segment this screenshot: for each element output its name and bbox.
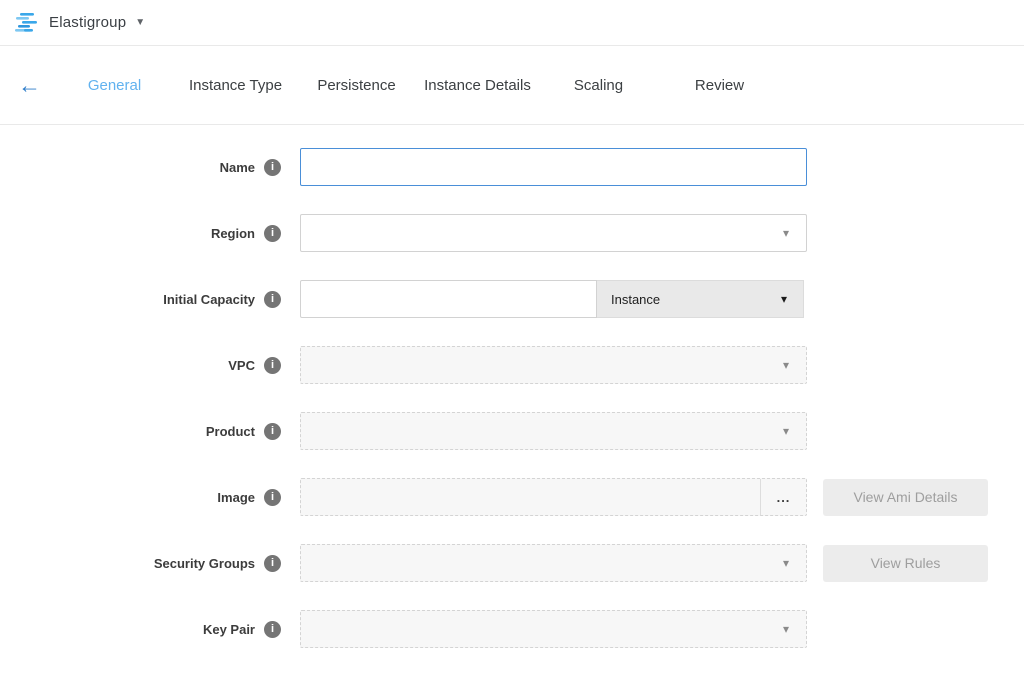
view-ami-details-button[interactable]: View Ami Details	[823, 479, 988, 516]
top-bar: Elastigroup ▼	[0, 0, 1024, 46]
initial-capacity-label: Initial Capacity	[163, 292, 255, 307]
chevron-down-icon: ▾	[783, 359, 789, 371]
view-rules-button[interactable]: View Rules	[823, 545, 988, 582]
key-pair-label: Key Pair	[203, 622, 255, 637]
security-groups-info-icon[interactable]: i	[264, 555, 281, 572]
name-info-icon[interactable]: i	[264, 159, 281, 176]
product-switcher[interactable]: Elastigroup ▼	[14, 11, 145, 35]
name-field-row: Name i	[0, 148, 1024, 186]
capacity-unit-dropdown[interactable]: Instance ▾	[597, 280, 804, 318]
tab-instance-details[interactable]: Instance Details	[417, 77, 538, 94]
vpc-info-icon[interactable]: i	[264, 357, 281, 374]
chevron-down-icon: ▾	[783, 623, 789, 635]
key-pair-info-icon[interactable]: i	[264, 621, 281, 638]
image-browse-button[interactable]: ...	[760, 479, 806, 515]
tab-review[interactable]: Review	[659, 77, 780, 94]
general-settings-form: Name i Region i ▾ Initial Capacity i Ins…	[0, 125, 1024, 648]
product-info-icon[interactable]: i	[264, 423, 281, 440]
name-label: Name	[220, 160, 255, 175]
region-info-icon[interactable]: i	[264, 225, 281, 242]
vpc-label: VPC	[228, 358, 255, 373]
vpc-dropdown: ▾	[300, 346, 807, 384]
app-title: Elastigroup	[49, 14, 126, 31]
wizard-tab-bar: ← General Instance Type Persistence Inst…	[0, 46, 1024, 125]
chevron-down-icon: ▾	[783, 227, 789, 239]
image-input-disabled: ...	[300, 478, 807, 516]
capacity-unit-value: Instance	[611, 292, 660, 307]
security-groups-dropdown: ▾	[300, 544, 807, 582]
region-label: Region	[211, 226, 255, 241]
chevron-down-icon: ▼	[135, 18, 145, 28]
security-groups-field-row: Security Groups i ▾ View Rules	[0, 544, 1024, 582]
key-pair-field-row: Key Pair i ▾	[0, 610, 1024, 648]
image-field-row: Image i ... View Ami Details	[0, 478, 1024, 516]
vpc-field-row: VPC i ▾	[0, 346, 1024, 384]
product-field-row: Product i ▾	[0, 412, 1024, 450]
initial-capacity-info-icon[interactable]: i	[264, 291, 281, 308]
key-pair-dropdown: ▾	[300, 610, 807, 648]
security-groups-label: Security Groups	[154, 556, 255, 571]
tab-general[interactable]: General	[54, 77, 175, 94]
chevron-down-icon: ▾	[781, 293, 787, 305]
image-info-icon[interactable]: i	[264, 489, 281, 506]
initial-capacity-field-row: Initial Capacity i Instance ▾	[0, 280, 1024, 318]
chevron-down-icon: ▾	[783, 425, 789, 437]
tab-scaling[interactable]: Scaling	[538, 77, 659, 94]
wizard-tabs: General Instance Type Persistence Instan…	[54, 77, 780, 94]
tab-instance-type[interactable]: Instance Type	[175, 77, 296, 94]
product-label: Product	[206, 424, 255, 439]
back-arrow-button[interactable]: ←	[18, 74, 54, 97]
chevron-down-icon: ▾	[783, 557, 789, 569]
name-input[interactable]	[300, 148, 807, 186]
initial-capacity-input[interactable]	[300, 280, 597, 318]
elastigroup-logo-icon	[14, 11, 40, 35]
product-dropdown: ▾	[300, 412, 807, 450]
tab-persistence[interactable]: Persistence	[296, 77, 417, 94]
image-label: Image	[217, 490, 255, 505]
region-dropdown[interactable]: ▾	[300, 214, 807, 252]
region-field-row: Region i ▾	[0, 214, 1024, 252]
